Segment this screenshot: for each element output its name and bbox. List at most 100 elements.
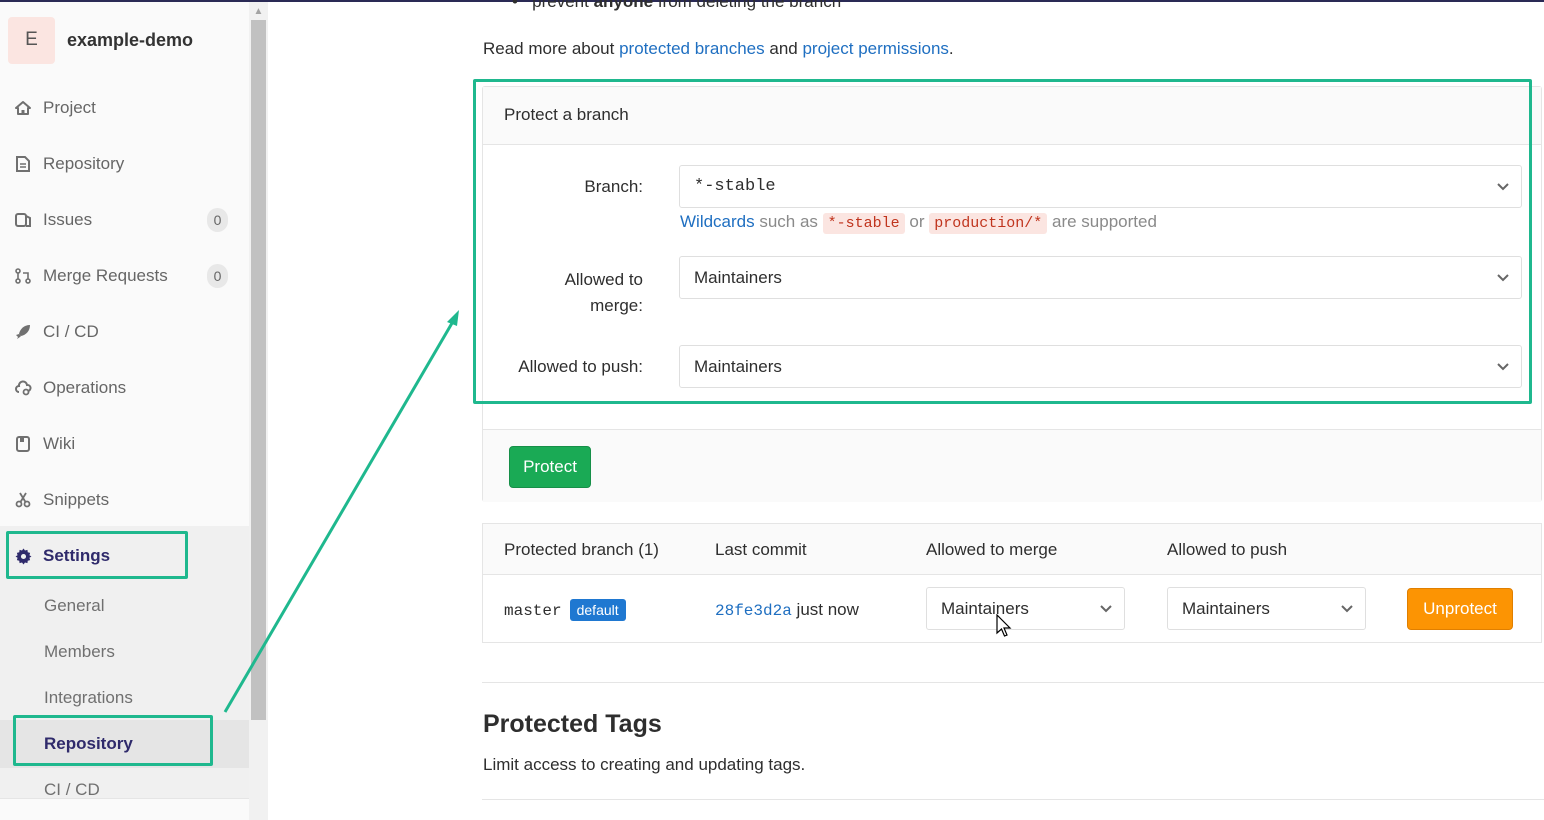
bullet-dot: • [512, 0, 533, 11]
read-more-mid: and [764, 39, 803, 58]
project-avatar: E [8, 16, 55, 64]
merge-label-line1: Allowed to [564, 270, 643, 289]
sidebar-item-settings[interactable]: Settings [0, 536, 249, 576]
settings-sub-general[interactable]: General [44, 596, 104, 616]
scissors-icon [14, 491, 32, 509]
section-divider [482, 682, 1544, 683]
bullet-text-post: from deleting the branch [653, 0, 842, 11]
chevron-down-icon [1497, 183, 1509, 191]
read-more-text: Read more about protected branches and p… [483, 39, 954, 59]
sidebar-item-label: Issues [43, 210, 93, 229]
header-protected-branch: Protected branch (1) [504, 540, 659, 559]
push-select-value: Maintainers [694, 356, 782, 376]
chevron-down-icon [1341, 605, 1353, 613]
hint-post: are supported [1047, 212, 1157, 231]
home-icon [14, 99, 32, 117]
sidebar-item-wiki[interactable]: Wiki [0, 424, 249, 464]
table-header: Protected branch (1) Last commit Allowed… [483, 524, 1541, 575]
sidebar-item-issues[interactable]: Issues 0 [0, 200, 249, 240]
settings-sub-repository[interactable]: Repository [44, 734, 133, 754]
project-name: example-demo [67, 29, 194, 50]
sidebar-item-label: Project [43, 98, 96, 117]
chevron-down-icon [1497, 363, 1509, 371]
sidebar-item-label: Operations [43, 378, 127, 397]
rocket-icon [14, 323, 32, 341]
allowed-to-push-label: Allowed to push: [518, 357, 643, 376]
branch-name: master [504, 602, 562, 620]
mouse-cursor-icon [996, 614, 1012, 637]
settings-sub-ci-cd[interactable]: CI / CD [44, 780, 100, 800]
header-allowed-to-push: Allowed to push [1167, 540, 1288, 559]
sidebar-item-label: Repository [43, 154, 125, 173]
header-last-commit: Last commit [715, 540, 807, 559]
sidebar-item-snippets[interactable]: Snippets [0, 480, 249, 520]
branch-select[interactable]: *-stable [679, 165, 1522, 208]
branch-select-value: *-stable [694, 177, 776, 196]
protect-branch-footer: Protect [483, 429, 1541, 502]
protected-branches-link[interactable]: protected branches [619, 39, 765, 58]
sidebar-item-operations[interactable]: Operations [0, 368, 249, 408]
merge-select-value: Maintainers [694, 267, 782, 287]
sidebar-item-label: CI / CD [43, 322, 99, 341]
sidebar-scrollbar[interactable]: ▲ [249, 2, 268, 820]
bullet-text-pre: prevent [532, 0, 594, 11]
settings-sub-integrations[interactable]: Integrations [44, 688, 133, 708]
sidebar-item-repository[interactable]: Repository [0, 144, 249, 184]
read-more-post: . [948, 39, 954, 58]
protect-branch-title: Protect a branch [504, 105, 629, 124]
allowed-to-merge-select[interactable]: Maintainers [679, 256, 1522, 299]
wildcards-link[interactable]: Wildcards [680, 212, 755, 231]
protect-branch-panel: Protect a branch Branch: *-stable Wildca… [482, 86, 1542, 502]
hint-or: or [904, 212, 930, 231]
scrollbar-thumb[interactable] [251, 20, 266, 720]
project-permissions-link[interactable]: project permissions [802, 39, 948, 58]
merge-label-line2: merge: [590, 296, 643, 315]
sidebar-item-label: Wiki [43, 434, 76, 453]
sidebar-collapse-bar[interactable] [0, 798, 249, 820]
sidebar: E example-demo Project Repository Issues… [0, 2, 268, 820]
header-allowed-to-merge: Allowed to merge [926, 540, 1058, 559]
sidebar-item-label: Merge Requests [43, 266, 168, 285]
wildcards-hint: Wildcards such as *-stable or production… [680, 212, 1157, 234]
commit-sha-link[interactable]: 28fe3d2a [715, 602, 792, 620]
chevron-down-icon [1100, 605, 1112, 613]
sidebar-item-label: Snippets [43, 490, 110, 509]
bullet-text-bold: anyone [593, 0, 654, 11]
protect-branch-header: Protect a branch [483, 87, 1541, 145]
hint-code-stable: *-stable [822, 213, 905, 234]
row-merge-value: Maintainers [941, 598, 1029, 618]
merge-requests-count-badge: 0 [207, 264, 228, 288]
intro-bullet: • prevent anyone from deleting the branc… [512, 0, 841, 12]
issues-icon [14, 211, 32, 229]
sidebar-item-merge-requests[interactable]: Merge Requests 0 [0, 256, 249, 296]
protected-tags-description: Limit access to creating and updating ta… [483, 755, 806, 774]
allowed-to-push-select[interactable]: Maintainers [679, 345, 1522, 388]
hint-pre: such as [754, 212, 823, 231]
branch-cell: master default [504, 599, 626, 621]
project-header[interactable]: E example-demo [8, 16, 193, 64]
read-more-pre: Read more about [483, 39, 620, 58]
row-merge-select[interactable]: Maintainers [926, 587, 1125, 630]
book-icon [14, 435, 32, 453]
sidebar-item-project[interactable]: Project [0, 88, 249, 128]
scroll-up-arrow-icon[interactable]: ▲ [249, 6, 268, 18]
cloud-gear-icon [14, 379, 32, 397]
sidebar-item-ci-cd[interactable]: CI / CD [0, 312, 249, 352]
merge-request-icon [14, 267, 32, 285]
gear-icon [14, 547, 32, 565]
chevron-down-icon [1497, 274, 1509, 282]
protected-tags-title: Protected Tags [483, 710, 662, 738]
section-divider [482, 799, 1544, 800]
issues-count-badge: 0 [207, 208, 228, 232]
row-push-value: Maintainers [1182, 598, 1270, 618]
protect-button[interactable]: Protect [509, 446, 591, 488]
row-push-select[interactable]: Maintainers [1167, 587, 1366, 630]
hint-code-production: production/* [929, 213, 1048, 234]
unprotect-button[interactable]: Unprotect [1407, 588, 1513, 630]
last-commit-cell: 28fe3d2a just now [715, 600, 859, 620]
branch-label: Branch: [584, 177, 643, 196]
allowed-to-merge-label: Allowed to merge: [483, 267, 643, 319]
document-icon [14, 155, 32, 173]
commit-time: just now [791, 600, 859, 619]
settings-sub-members[interactable]: Members [44, 642, 115, 662]
